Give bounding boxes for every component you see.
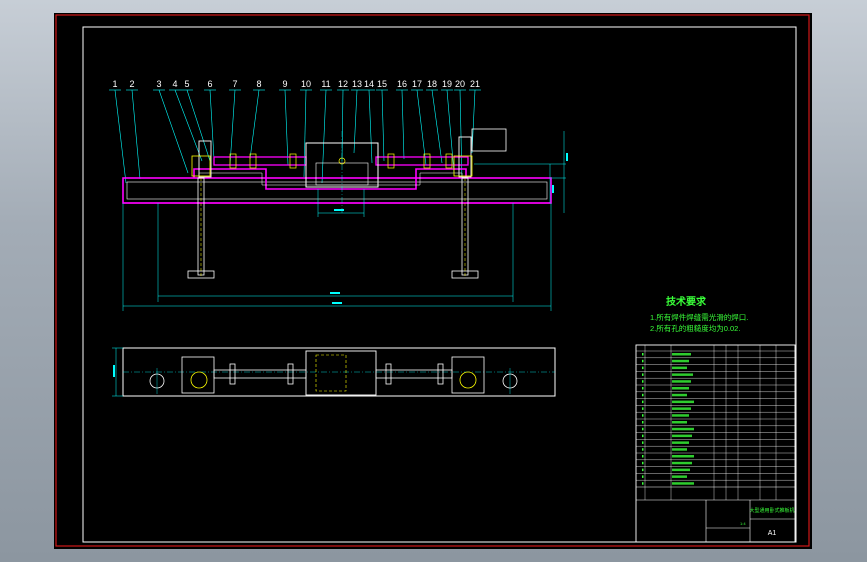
leader-line-20 — [459, 89, 463, 182]
part-callout-8: 8 — [256, 79, 261, 89]
part-callout-21: 21 — [470, 79, 480, 89]
part-callout-17: 17 — [412, 79, 422, 89]
note-item-1: 1.所有焊件焊缝需光滑的焊口. — [650, 312, 748, 322]
part-callout-9: 9 — [282, 79, 287, 89]
part-callout-18: 18 — [427, 79, 437, 89]
part-callout-7: 7 — [232, 79, 237, 89]
part-callout-2: 2 — [129, 79, 134, 89]
part-callout-19: 19 — [442, 79, 452, 89]
part-callout-16: 16 — [397, 79, 407, 89]
drawing-sheet: 1 2 3 4 5 6 7 8 9 10 11 12 13 14 15 16 17 18 19 20 21 — [54, 13, 812, 549]
part-callout-5: 5 — [184, 79, 189, 89]
part-callout-13: 13 — [352, 79, 362, 89]
leader-line-5 — [186, 89, 211, 162]
part-callout-14: 14 — [364, 79, 374, 89]
note-item-2: 2.所有孔的粗糙度均为0.02. — [650, 323, 740, 333]
leader-line-3 — [158, 89, 189, 174]
leader-line-18 — [431, 89, 443, 164]
leader-line-13 — [353, 89, 358, 154]
sheet-number: A1 — [768, 530, 777, 537]
part-callout-6: 6 — [207, 79, 212, 89]
leader-line-21 — [471, 89, 476, 154]
part-callout-12: 12 — [338, 79, 348, 89]
part-callout-15: 15 — [377, 79, 387, 89]
leader-line-8 — [249, 89, 260, 160]
technical-requirements: 技术要求 1.所有焊件焊缝需光滑的焊口. 2.所有孔的粗糙度均为0.02. — [650, 295, 748, 333]
title-block: 大型通用卧式推板机 A1 1:4 — [635, 344, 796, 543]
plan-view — [112, 347, 556, 397]
leader-line-11 — [321, 89, 327, 184]
part-callout-10: 10 — [301, 79, 311, 89]
leader-line-15 — [381, 89, 385, 162]
notes-title: 技术要求 — [666, 295, 707, 308]
cad-drawing: 1 2 3 4 5 6 7 8 9 10 11 12 13 14 15 16 17 18 19 20 21 — [55, 14, 810, 547]
plan-central-motor — [305, 350, 377, 396]
leader-line-1 — [114, 89, 127, 184]
part-callout-3: 3 — [156, 79, 161, 89]
part-callout-4: 4 — [172, 79, 177, 89]
scale-value: 1:4 — [740, 521, 746, 526]
leader-line-9 — [284, 89, 289, 166]
leader-line-4 — [174, 89, 203, 162]
leader-line-14 — [368, 89, 373, 164]
inner-border — [82, 26, 797, 543]
upper-section — [193, 168, 467, 190]
part-callout-1: 1 — [112, 79, 117, 89]
leader-line-19 — [446, 89, 455, 174]
part-callout-11: 11 — [321, 79, 330, 89]
base-beam-inner — [126, 181, 548, 200]
front-view: 1 2 3 4 5 6 7 8 9 10 11 12 13 14 15 16 17 18 19 20 21 — [109, 79, 568, 311]
drawing-title: 大型通用卧式推板机 — [749, 507, 794, 514]
leader-line-2 — [131, 89, 141, 180]
part-callout-20: 20 — [455, 79, 465, 89]
leader-line-16 — [401, 89, 405, 160]
left-shaft — [213, 156, 307, 166]
